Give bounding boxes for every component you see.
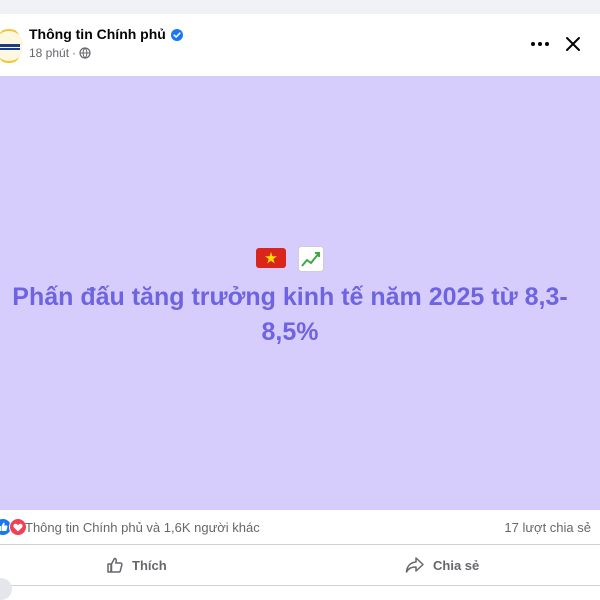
post-card: Thông tin Chính phủ 18 phút · Phấn đấu t…: [0, 14, 600, 600]
chart-increasing-icon: [298, 246, 324, 277]
share-arrow-icon: [405, 557, 424, 573]
post-text-background: Phấn đấu tăng trưởng kinh tế năm 2025 từ…: [0, 76, 600, 510]
post-header: Thông tin Chính phủ 18 phút ·: [0, 14, 600, 76]
emoji-row: [0, 246, 580, 277]
page-avatar[interactable]: [0, 28, 22, 64]
close-button[interactable]: [558, 30, 588, 58]
close-icon: [566, 37, 580, 51]
reaction-summary[interactable]: Thông tin Chính phủ và 1,6K người khác: [25, 520, 260, 535]
page-name-link[interactable]: Thông tin Chính phủ: [29, 26, 166, 42]
verified-badge-icon: [170, 28, 183, 41]
thumbs-up-icon: [107, 557, 123, 573]
post-meta: 18 phút ·: [29, 46, 91, 60]
post-actions: Thích Chia sẻ: [0, 545, 600, 586]
more-dots-icon: [531, 42, 549, 46]
like-label: Thích: [132, 557, 167, 573]
reaction-icons[interactable]: [0, 518, 27, 536]
meta-separator: ·: [72, 46, 77, 60]
post-time[interactable]: 18 phút: [29, 46, 69, 60]
vietnam-flag-icon: [256, 246, 286, 277]
avatar-logo-icon: [0, 29, 22, 63]
more-options-button[interactable]: [522, 30, 558, 58]
share-button[interactable]: Chia sẻ: [405, 545, 479, 585]
feed-background: [0, 0, 600, 14]
share-label: Chia sẻ: [433, 557, 480, 573]
like-button[interactable]: Thích: [106, 545, 167, 585]
post-headline: Phấn đấu tăng trưởng kinh tế năm 2025 từ…: [12, 283, 568, 346]
reactions-row: Thông tin Chính phủ và 1,6K người khác 1…: [0, 510, 600, 545]
page-name-row: Thông tin Chính phủ: [29, 26, 183, 42]
globe-icon[interactable]: [79, 47, 91, 59]
share-count[interactable]: 17 lượt chia sẻ: [504, 520, 591, 535]
